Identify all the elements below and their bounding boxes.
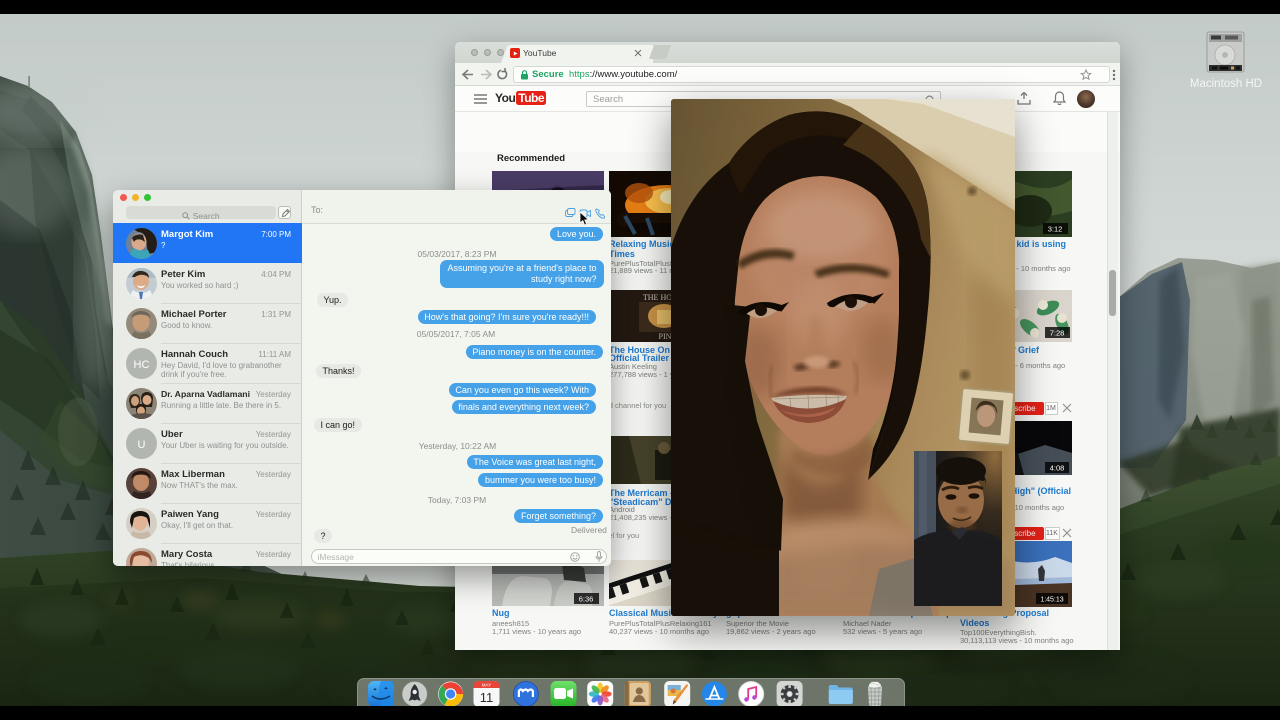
svg-text:PIN: PIN: [659, 332, 672, 341]
svg-text:6:36: 6:36: [579, 595, 594, 604]
svg-text:11: 11: [480, 690, 494, 705]
svg-text:HC: HC: [133, 359, 149, 371]
svg-text:1:45:13: 1:45:13: [1040, 597, 1063, 604]
svg-text:7:28: 7:28: [1050, 329, 1065, 338]
svg-text:4:08: 4:08: [1050, 464, 1065, 473]
svg-text:3:12: 3:12: [1048, 225, 1063, 234]
svg-text:U: U: [137, 439, 145, 451]
svg-text:MAY: MAY: [482, 683, 491, 688]
svg-text:Macintosh HD: Macintosh HD: [1190, 78, 1262, 90]
